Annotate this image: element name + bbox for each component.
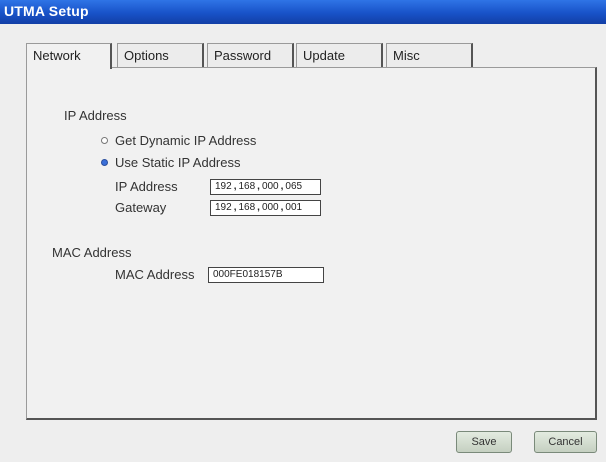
static-ip-label[interactable]: Use Static IP Address [115,155,241,170]
save-button[interactable]: Save [456,431,512,453]
mac-section-heading: MAC Address [52,245,132,260]
gateway-field[interactable]: 192, 168, 000, 001 [210,200,321,216]
window-title: UTMA Setup [4,3,89,19]
tab-password[interactable]: Password [207,43,294,67]
tab-network-label: Network [33,48,81,63]
static-ip-radio[interactable] [101,159,108,166]
gateway-octet-1: 192 [215,202,232,213]
ip-section-heading: IP Address [64,108,127,123]
network-panel: IP Address Get Dynamic IP Address Use St… [26,67,597,420]
tab-network[interactable]: Network [26,43,112,69]
ip-octet-2: 168 [238,181,256,192]
tab-options-label: Options [124,48,169,63]
ip-octet-1: 192 [215,181,232,192]
title-bar: UTMA Setup [0,0,606,24]
gateway-octet-4: 001 [285,202,303,213]
dynamic-ip-radio[interactable] [101,137,108,144]
gateway-label: Gateway [115,200,167,215]
tab-password-label: Password [214,48,272,63]
tab-update-label: Update [303,48,345,63]
tab-misc-label: Misc [393,48,420,63]
tab-misc[interactable]: Misc [386,43,473,67]
ip-octet-3: 000 [261,181,279,192]
gateway-octet-2: 168 [238,202,256,213]
dynamic-ip-label[interactable]: Get Dynamic IP Address [115,133,256,148]
mac-address-field[interactable]: 000FE018157B [208,267,324,283]
mac-address-label: MAC Address [115,267,195,282]
gateway-octet-3: 000 [261,202,279,213]
tab-update[interactable]: Update [296,43,383,67]
ip-address-field[interactable]: 192, 168, 000, 065 [210,179,321,195]
ip-octet-4: 065 [285,181,303,192]
cancel-button[interactable]: Cancel [534,431,597,453]
tab-options[interactable]: Options [117,43,204,67]
ip-address-label: IP Address [115,179,178,194]
